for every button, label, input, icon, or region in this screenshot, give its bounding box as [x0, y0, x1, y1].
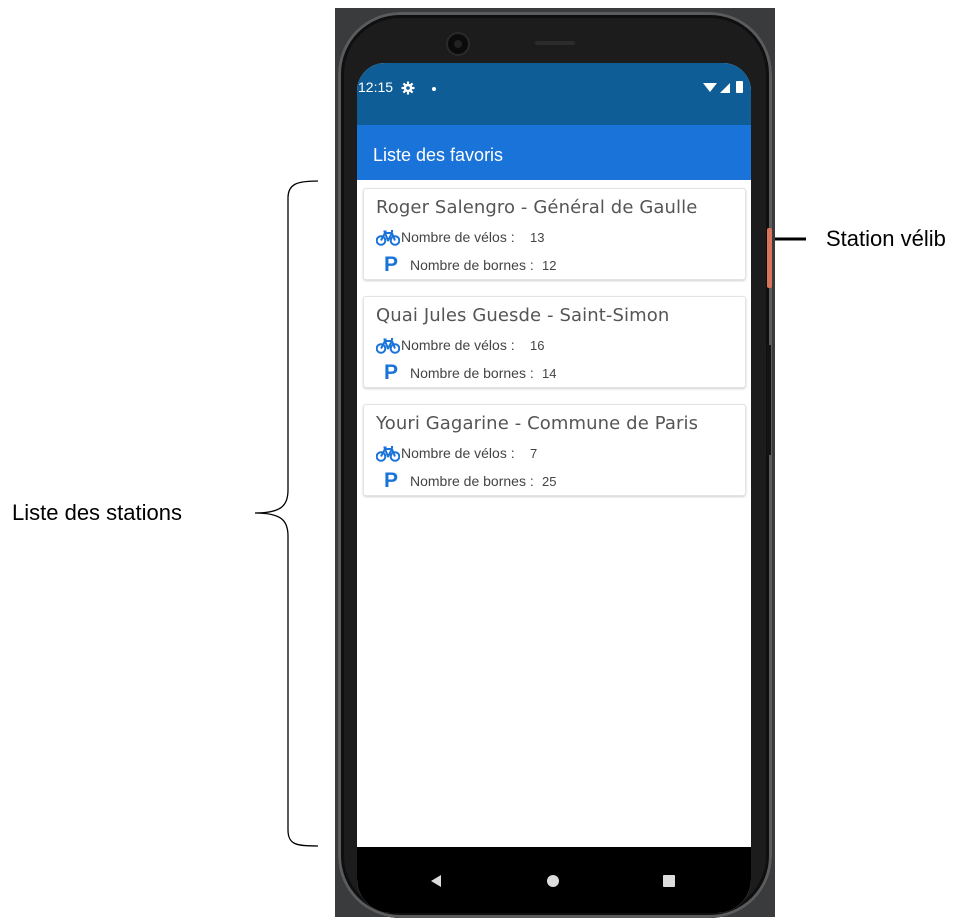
station-name: Roger Salengro - Général de Gaulle	[376, 197, 698, 218]
volume-button	[767, 345, 771, 455]
front-camera	[448, 34, 468, 54]
docks-count: 12	[542, 258, 557, 273]
gear-icon	[401, 81, 415, 100]
status-time: 12:15	[358, 79, 394, 95]
battery-icon	[736, 81, 743, 93]
docks-label: Nombre de bornes :	[410, 473, 534, 489]
bikes-count: 16	[530, 338, 545, 353]
status-bar: 12:15	[357, 63, 751, 125]
docks-label: Nombre de bornes :	[410, 257, 534, 273]
home-icon[interactable]	[547, 875, 559, 887]
bikes-label: Nombre de vélos :	[401, 445, 515, 461]
bikes-label: Nombre de vélos :	[401, 229, 515, 245]
bike-icon	[375, 338, 401, 357]
page-title: Liste des favoris	[373, 145, 504, 165]
station-name: Youri Gagarine - Commune de Paris	[376, 413, 699, 434]
recents-icon[interactable]	[663, 875, 675, 887]
parking-icon: P	[384, 253, 399, 276]
parking-icon: P	[384, 361, 399, 384]
station-list[interactable]: Roger Salengro - Général de Gaulle Nombr…	[363, 188, 746, 512]
signal-icon	[720, 83, 730, 93]
station-name: Quai Jules Guesde - Saint-Simon	[376, 305, 670, 326]
station-card[interactable]: Quai Jules Guesde - Saint-Simon Nombre d…	[363, 296, 746, 388]
wifi-icon	[703, 83, 717, 92]
station-card[interactable]: Youri Gagarine - Commune de Paris Nombre…	[363, 404, 746, 496]
navigation-bar	[357, 847, 751, 913]
curly-brace	[254, 180, 319, 847]
bikes-count: 7	[530, 446, 538, 461]
docks-count: 14	[542, 366, 557, 381]
system-status-icons	[703, 80, 745, 101]
station-card[interactable]: Roger Salengro - Général de Gaulle Nombr…	[363, 188, 746, 280]
docks-count: 25	[542, 474, 557, 489]
bike-icon	[375, 230, 401, 249]
bikes-label: Nombre de vélos :	[401, 337, 515, 353]
docks-label: Nombre de bornes :	[410, 365, 534, 381]
earpiece-speaker	[535, 41, 575, 45]
parking-icon: P	[384, 469, 399, 492]
power-button	[767, 228, 772, 288]
back-icon[interactable]	[430, 874, 442, 893]
bikes-count: 13	[530, 230, 545, 245]
notification-dot-icon	[432, 87, 436, 91]
bike-icon	[375, 446, 401, 465]
phone-screen: 12:15 Liste des favoris Roger Salengro -…	[357, 63, 751, 913]
